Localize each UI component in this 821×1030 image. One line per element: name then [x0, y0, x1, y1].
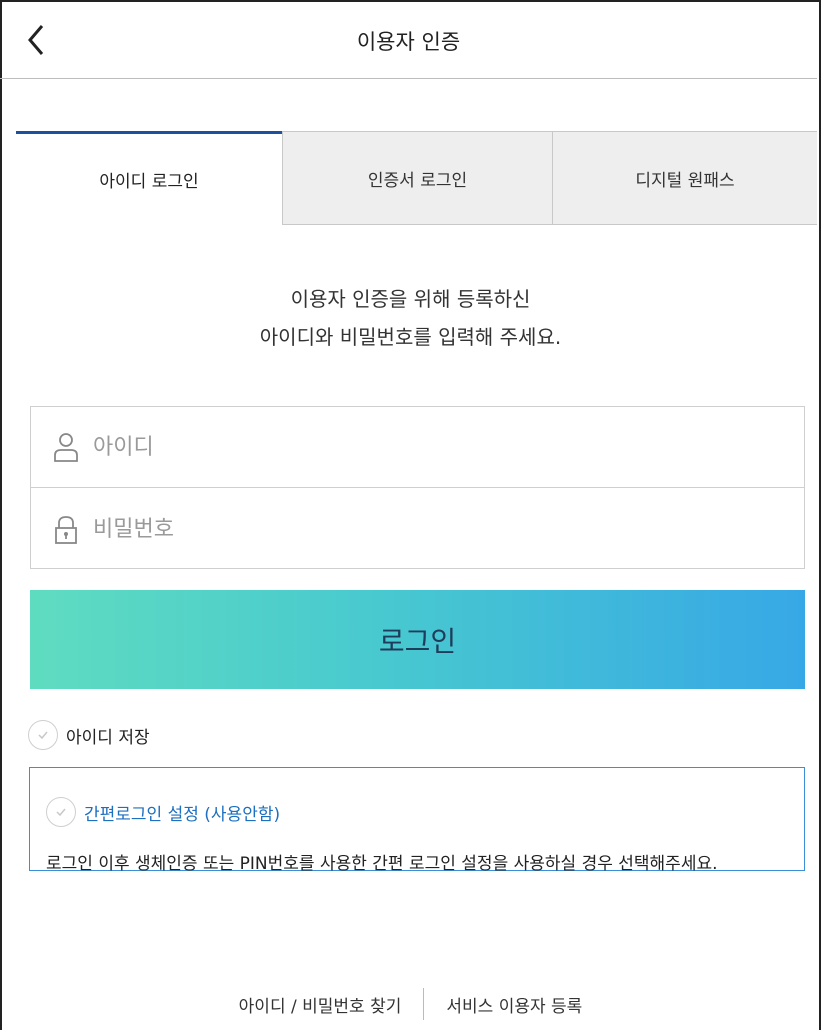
login-tabs: 아이디 로그인 인증서 로그인 디지털 원패스	[16, 131, 817, 225]
footer-divider	[423, 988, 425, 1020]
user-icon	[54, 433, 78, 462]
id-field-row	[31, 407, 804, 488]
lock-icon	[55, 515, 77, 544]
simple-login-description: 로그인 이후 생체인증 또는 PIN번호를 사용한 간편 로그인 설정을 사용하…	[46, 854, 718, 874]
tab-digital-onepass[interactable]: 디지털 원패스	[552, 131, 817, 225]
simple-login-box: 간편로그인 설정 (사용안함) 로그인 이후 생체인증 또는 PIN번호를 사용…	[29, 767, 805, 874]
register-service-user-link[interactable]: 서비스 이용자 등록	[446, 992, 582, 1017]
check-circle	[28, 720, 58, 750]
find-id-password-link[interactable]: 아이디 / 비밀번호 찾기	[239, 992, 402, 1017]
check-icon	[38, 731, 48, 740]
password-input[interactable]	[93, 517, 743, 542]
check-icon	[56, 808, 66, 817]
footer-links: 아이디 / 비밀번호 찾기 서비스 이용자 등록	[0, 988, 821, 1020]
pw-field-row	[31, 489, 804, 570]
login-form	[30, 406, 805, 569]
save-id-checkbox[interactable]: 아이디 저장	[28, 717, 150, 753]
header: 이용자 인증	[0, 0, 817, 79]
page-title: 이용자 인증	[356, 30, 461, 54]
simple-login-checkbox[interactable]: 간편로그인 설정 (사용안함)	[46, 797, 280, 827]
check-circle	[46, 797, 76, 827]
simple-login-label: 간편로그인 설정 (사용안함)	[84, 804, 281, 825]
guide-line-2: 아이디와 비밀번호를 입력해 주세요.	[259, 325, 562, 349]
save-id-label: 아이디 저장	[66, 727, 150, 748]
tab-id-login[interactable]: 아이디 로그인	[16, 131, 282, 225]
id-input[interactable]	[93, 434, 743, 460]
tab-certificate-login[interactable]: 인증서 로그인	[282, 131, 552, 225]
guide-line-1: 이용자 인증을 위해 등록하신	[290, 287, 531, 311]
login-button[interactable]: 로그인	[30, 590, 805, 689]
guide-text: 이용자 인증을 위해 등록하신 아이디와 비밀번호를 입력해 주세요.	[0, 280, 821, 356]
